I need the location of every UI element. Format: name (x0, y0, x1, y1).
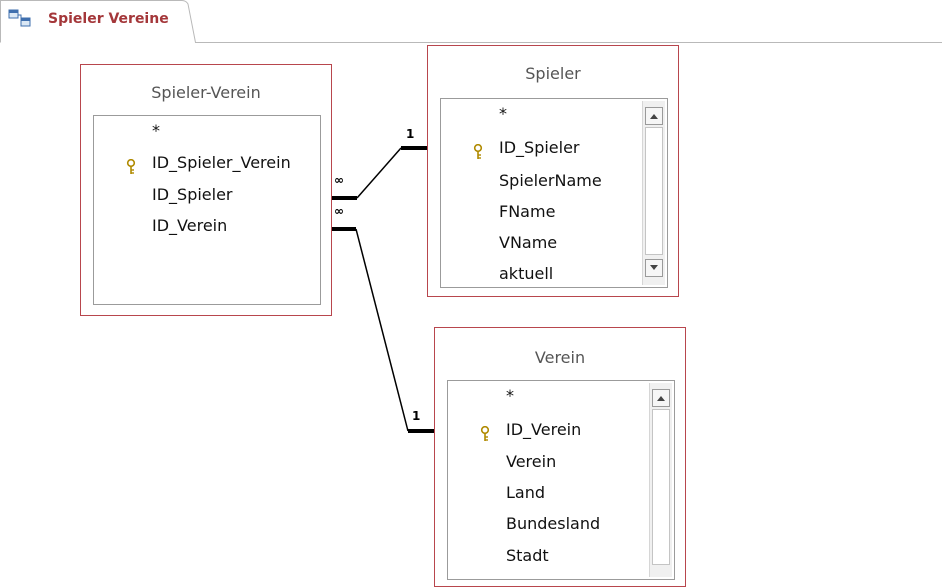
table-title: Spieler (525, 64, 581, 83)
field-all[interactable]: * (499, 99, 507, 129)
relationship-verein[interactable] (332, 227, 434, 433)
scroll-track[interactable] (652, 409, 670, 565)
arrow-up-icon (650, 114, 658, 119)
field-list[interactable]: * ID_Verein Verein Land Bundesland Stadt (447, 380, 675, 580)
field-list[interactable]: * ID_Spieler_Verein ID_Spieler ID_Verein (93, 115, 321, 305)
field-list-scrollbar[interactable] (642, 101, 665, 285)
field-aktuell[interactable]: aktuell (499, 259, 553, 287)
relationship-spieler[interactable] (332, 146, 427, 200)
scroll-track[interactable] (645, 127, 663, 255)
field-stadt[interactable]: Stadt (506, 541, 549, 571)
table-spieler-verein[interactable]: Spieler-Verein * ID_Spieler_Verein ID_Sp… (80, 64, 332, 316)
field-land[interactable]: Land (506, 478, 545, 508)
table-spieler[interactable]: Spieler * ID_Spieler SpielerName FName V… (427, 45, 679, 297)
field-label: ID_Verein (506, 420, 582, 439)
one-label-verein: 1 (412, 409, 421, 423)
field-id-spieler[interactable]: ID_Spieler (152, 180, 233, 210)
many-label-spieler: ∞ (334, 173, 344, 187)
primary-key-icon (126, 155, 136, 174)
field-label: ID_Spieler_Verein (152, 153, 291, 172)
many-label-verein: ∞ (334, 204, 344, 218)
field-all[interactable]: * (152, 116, 160, 146)
one-label-spieler: 1 (406, 127, 415, 141)
field-list[interactable]: * ID_Spieler SpielerName FName VName akt… (440, 98, 668, 288)
field-verein[interactable]: Verein (506, 447, 556, 477)
field-id-spieler[interactable]: ID_Spieler (473, 133, 580, 163)
scroll-up-button[interactable] (652, 389, 670, 407)
field-vname[interactable]: VName (499, 228, 557, 258)
field-id-verein[interactable]: ID_Verein (480, 415, 582, 445)
field-id-verein[interactable]: ID_Verein (152, 211, 227, 241)
table-title: Spieler-Verein (151, 83, 261, 102)
scroll-up-button[interactable] (645, 107, 663, 125)
table-verein[interactable]: Verein * ID_Verein Verein Land Bundeslan… (434, 327, 686, 587)
primary-key-icon (480, 422, 490, 441)
arrow-up-icon (657, 396, 665, 401)
field-spielername[interactable]: SpielerName (499, 166, 602, 196)
table-title: Verein (534, 348, 586, 367)
field-list-scrollbar[interactable] (649, 383, 672, 577)
scroll-down-button[interactable] (645, 259, 663, 277)
field-fname[interactable]: FName (499, 197, 555, 227)
field-all[interactable]: * (506, 381, 514, 411)
field-bundesland[interactable]: Bundesland (506, 509, 600, 539)
arrow-down-icon (650, 265, 658, 270)
field-id-spieler-verein[interactable]: ID_Spieler_Verein (126, 148, 291, 178)
primary-key-icon (473, 140, 483, 159)
field-label: ID_Spieler (499, 138, 580, 157)
